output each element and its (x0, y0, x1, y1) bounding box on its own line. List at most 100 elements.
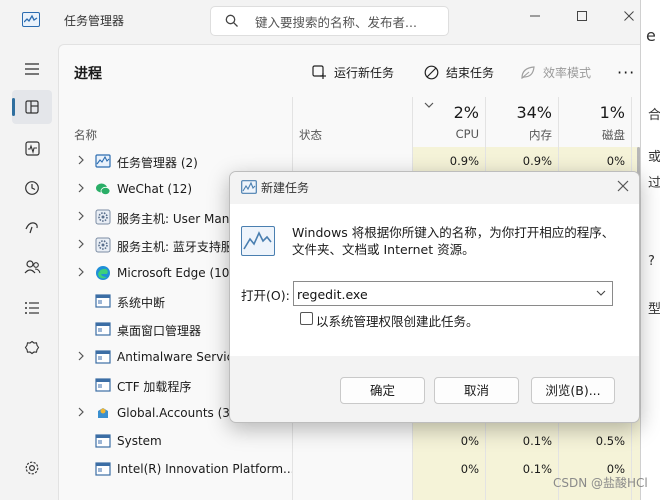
background-text: 过 (648, 176, 660, 191)
column-header-name[interactable]: 名称 (74, 127, 97, 143)
title-bar: 任务管理器 (0, 0, 640, 40)
dialog-title: 新建任务 (261, 181, 310, 195)
menu-icon (25, 63, 39, 75)
maximize-icon (577, 11, 587, 21)
search-box[interactable] (210, 6, 449, 36)
chevron-right-icon[interactable] (77, 407, 85, 417)
open-input[interactable] (297, 285, 587, 303)
cpu-value: 0% (460, 434, 479, 448)
nav-services[interactable] (12, 331, 52, 365)
disk-total: 1% (599, 103, 625, 122)
details-icon (25, 302, 39, 314)
startup-apps-icon (25, 222, 38, 234)
chevron-down-icon[interactable] (596, 289, 606, 297)
memory-value: 0.1% (522, 434, 552, 448)
accounts-icon (98, 408, 108, 418)
task-manager-icon (95, 154, 111, 168)
process-icon (95, 462, 111, 476)
run-new-task-button[interactable]: 运行新任务 (312, 60, 394, 84)
nav-performance[interactable] (12, 131, 52, 165)
process-name: 任务管理器 (2) (117, 156, 198, 170)
more-icon: ··· (617, 62, 636, 82)
dialog-description: Windows 将根据你所键入的名称，为你打开相应的程序、文件夹、文档或 Int… (292, 225, 615, 257)
leaf-icon (521, 65, 535, 79)
run-dialog-icon (241, 180, 257, 194)
process-icon (95, 350, 111, 364)
column-header-cpu[interactable]: CPU (429, 127, 479, 141)
process-icon (95, 322, 111, 336)
cpu-value: 0% (460, 462, 479, 476)
chevron-right-icon[interactable] (77, 239, 85, 249)
dialog-body: Windows 将根据你所键入的名称，为你打开相应的程序、文件夹、文档或 Int… (230, 204, 639, 356)
search-input[interactable] (255, 13, 440, 31)
close-button[interactable] (606, 0, 640, 32)
users-icon (24, 260, 41, 274)
app-history-icon (25, 181, 39, 195)
services-icon (24, 340, 40, 355)
cancel-button[interactable]: 取消 (434, 377, 519, 404)
admin-privileges-checkbox[interactable] (300, 312, 313, 325)
performance-icon (24, 140, 40, 156)
process-icon (95, 294, 111, 308)
edge-icon (96, 266, 110, 280)
chevron-right-icon[interactable] (77, 351, 85, 361)
chevron-right-icon[interactable] (77, 183, 85, 193)
ok-button[interactable]: 确定 (340, 377, 425, 404)
browse-button[interactable]: 浏览(B)... (531, 377, 615, 404)
close-icon[interactable] (615, 178, 631, 194)
minimize-icon (530, 15, 540, 17)
open-combobox[interactable] (293, 281, 613, 306)
more-options-button[interactable]: ··· (617, 60, 635, 84)
background-text: 或 (648, 150, 660, 165)
process-icon (95, 434, 111, 448)
process-row[interactable]: System 0% 0.1% 0.5% (59, 427, 640, 455)
processes-icon (25, 100, 39, 114)
background-text: ? (648, 254, 655, 269)
process-name: System (117, 434, 162, 448)
active-indicator (12, 98, 15, 116)
disk-value: 0.5% (595, 434, 625, 448)
page-title: 进程 (74, 66, 102, 82)
process-name: Intel(R) Innovation Platform... (117, 462, 292, 476)
task-manager-app-icon (22, 12, 40, 27)
end-task-icon (424, 65, 439, 79)
memory-value: 0.9% (522, 154, 552, 168)
admin-privileges-label[interactable]: 以系统管理权限创建此任务。 (316, 311, 479, 330)
end-task-button[interactable]: 结束任务 (424, 60, 494, 84)
new-task-icon (312, 64, 326, 79)
search-icon (225, 14, 238, 27)
menu-button[interactable] (12, 52, 52, 86)
cpu-total: 2% (453, 103, 479, 122)
background-text: e (646, 26, 656, 45)
open-label: 打开(O): (241, 288, 290, 303)
chevron-right-icon[interactable] (77, 267, 85, 277)
chevron-right-icon[interactable] (77, 211, 85, 221)
column-header-disk[interactable]: 磁盘 (575, 127, 625, 143)
nav-details[interactable] (12, 291, 52, 325)
background-text: 型 (648, 302, 660, 317)
nav-settings[interactable] (12, 451, 52, 485)
memory-value: 0.1% (522, 462, 552, 476)
chevron-right-icon[interactable] (77, 155, 85, 165)
column-header-memory[interactable]: 内存 (502, 127, 552, 143)
efficiency-mode-label: 效率模式 (543, 65, 592, 80)
nav-processes[interactable] (12, 90, 52, 124)
background-window: e 合 或 过 ? 型 (640, 0, 660, 500)
nav-startup-apps[interactable] (12, 210, 52, 244)
settings-icon (25, 461, 39, 475)
service-host-icon (95, 237, 111, 253)
run-program-icon (241, 226, 275, 256)
close-icon (624, 11, 634, 21)
maximize-button[interactable] (559, 0, 605, 32)
run-new-task-label: 运行新任务 (334, 65, 395, 80)
column-header-status[interactable]: 状态 (299, 127, 322, 143)
nav-app-history[interactable] (12, 171, 52, 205)
nav-users[interactable] (12, 250, 52, 284)
minimize-button[interactable] (512, 0, 558, 32)
efficiency-mode-button[interactable]: 效率模式 (520, 60, 591, 84)
memory-total: 34% (516, 103, 552, 122)
disk-value: 0% (606, 154, 625, 168)
create-new-task-dialog: 新建任务 Windows 将根据你所键入的名称，为你打开相应的程序、文件夹、文档… (229, 171, 640, 423)
process-icon (95, 378, 111, 392)
dialog-title-bar[interactable]: 新建任务 (230, 172, 639, 204)
